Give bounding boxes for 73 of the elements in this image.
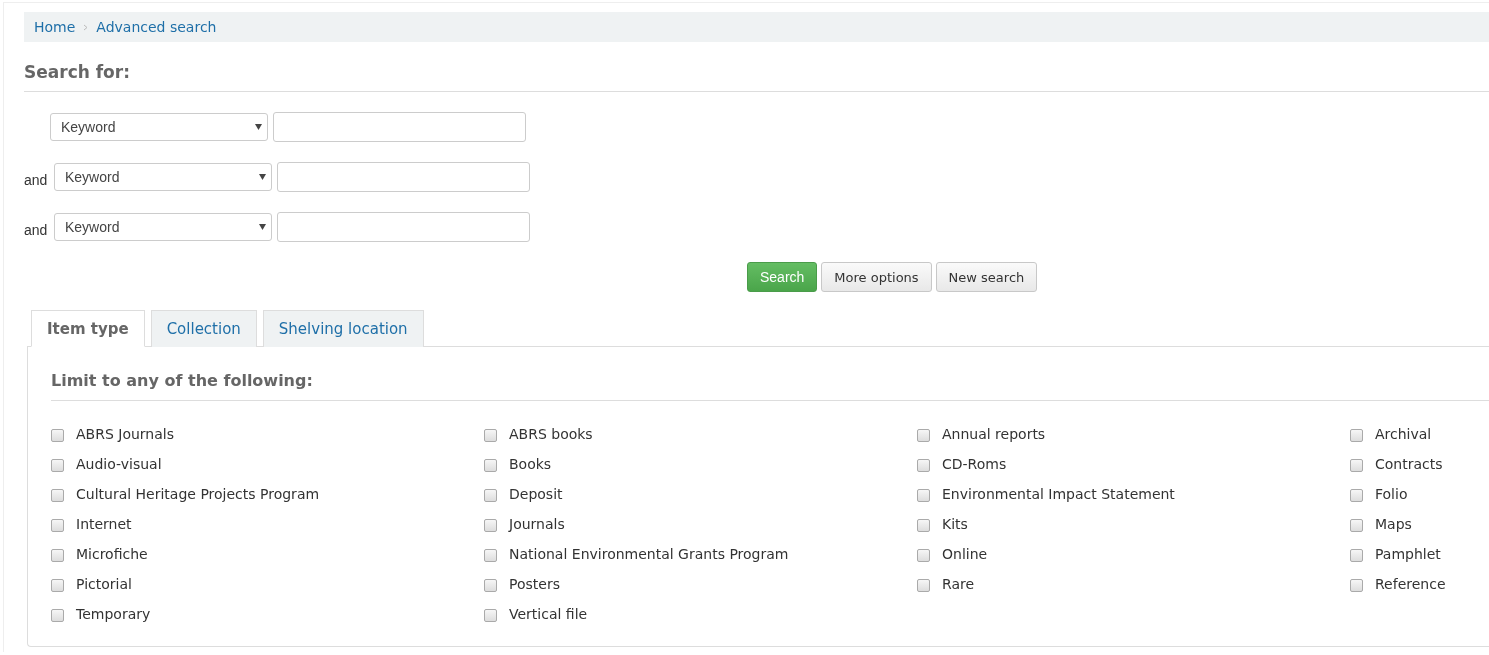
checkbox[interactable] [917,459,930,472]
checkbox[interactable] [51,459,64,472]
checkbox-label: Internet [76,516,132,532]
checkbox[interactable] [484,489,497,502]
checkbox-label: Journals [509,516,565,532]
checkbox[interactable] [917,519,930,532]
checkbox-label: Folio [1375,486,1408,502]
field-select[interactable]: Keyword [50,113,268,141]
checkbox-label: Audio-visual [76,456,162,472]
search-input[interactable] [273,112,526,142]
chevron-icon [83,23,89,31]
checkbox[interactable] [1350,579,1363,592]
breadcrumb-link[interactable]: Advanced search [96,19,217,35]
checkbox[interactable] [484,579,497,592]
checkbox-label: Vertical file [509,606,588,622]
checkbox[interactable] [1350,459,1363,472]
checkbox-label: Books [509,456,552,472]
breadcrumb-link[interactable]: Home [34,19,76,35]
checkbox[interactable] [917,489,930,502]
action-button[interactable]: More options [821,262,932,292]
search-input[interactable] [277,162,530,192]
operator-label: and [24,172,49,188]
caret-icon [259,224,266,230]
caret-icon [259,174,266,180]
checkbox[interactable] [51,609,64,622]
checkbox[interactable] [484,429,497,442]
checkbox-label: Annual reports [942,426,1046,442]
checkbox-label: Maps [1375,516,1412,532]
checkbox-label: Contracts [1375,456,1443,472]
checkbox[interactable] [51,519,64,532]
checkbox[interactable] [1350,549,1363,562]
checkbox[interactable] [484,609,497,622]
panel-heading: Limit to any of the following: [51,371,1489,401]
tab[interactable]: Item type [31,310,145,347]
checkbox-label: Kits [942,516,968,532]
checkbox-label: Online [942,546,988,562]
checkbox[interactable] [484,549,497,562]
checkbox[interactable] [51,549,64,562]
checkbox[interactable] [917,549,930,562]
checkbox-label: Posters [509,576,560,592]
checkbox[interactable] [1350,429,1363,442]
checkbox[interactable] [917,429,930,442]
caret-icon [255,124,262,130]
checkbox-label: Reference [1375,576,1446,592]
checkbox-label: Cultural Heritage Projects Program [76,486,320,502]
checkbox-label: Rare [942,576,975,592]
checkbox[interactable] [51,429,64,442]
section-heading: Search for: [24,42,1489,92]
field-select[interactable]: Keyword [54,163,272,191]
action-button[interactable]: New search [935,262,1038,292]
search-input[interactable] [277,212,530,242]
checkbox-label: Archival [1375,426,1432,442]
checkbox[interactable] [1350,519,1363,532]
checkbox-label: Pictorial [76,576,132,592]
checkbox-label: Microfiche [76,546,148,562]
checkbox[interactable] [1350,489,1363,502]
tab[interactable]: Collection [150,310,257,347]
checkbox[interactable] [51,579,64,592]
checkbox-label: CD-Roms [942,456,1007,472]
checkbox[interactable] [917,579,930,592]
checkbox-label: Pamphlet [1375,546,1441,562]
tab[interactable]: Shelving location [262,310,424,347]
checkbox-label: ABRS books [509,426,593,442]
checkbox[interactable] [51,489,64,502]
checkbox[interactable] [484,519,497,532]
checkbox-label: ABRS Journals [76,426,174,442]
checkbox[interactable] [484,459,497,472]
checkbox-label: Deposit [509,486,563,502]
checkbox-label: National Environmental Grants Program [509,546,789,562]
operator-label: and [24,222,49,238]
checkbox-label: Environmental Impact Statement [942,486,1175,502]
checkbox-label: Temporary [76,606,151,622]
field-select[interactable]: Keyword [54,213,272,241]
